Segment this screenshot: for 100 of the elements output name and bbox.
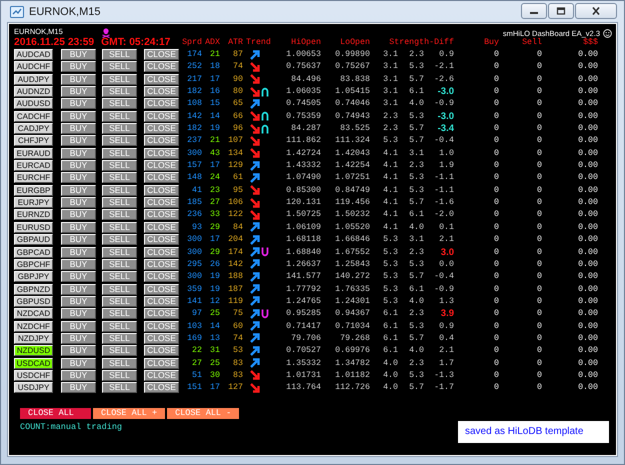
pair-button[interactable]: GBPAUD xyxy=(14,234,53,246)
close-button[interactable]: CLOSE xyxy=(144,110,179,122)
buy-button[interactable]: BUY xyxy=(61,209,96,220)
buy-button[interactable]: BUY xyxy=(61,135,96,146)
close-button[interactable]: CLOSE xyxy=(144,320,179,332)
close-button[interactable]: CLOSE xyxy=(144,332,179,344)
pair-button[interactable]: EURUSD xyxy=(14,222,53,233)
sell-button[interactable]: SELL xyxy=(102,98,137,110)
sell-button[interactable]: SELL xyxy=(102,296,137,307)
pair-button[interactable]: GBPNZD xyxy=(14,284,53,295)
sell-button[interactable]: SELL xyxy=(102,74,137,85)
close-all-button[interactable]: CLOSE ALL - xyxy=(167,408,240,419)
pair-button[interactable]: AUDCAD xyxy=(14,49,53,60)
buy-button[interactable]: BUY xyxy=(61,74,96,85)
sell-button[interactable]: SELL xyxy=(102,370,137,381)
buy-button[interactable]: BUY xyxy=(61,49,96,60)
buy-button[interactable]: BUY xyxy=(61,358,96,369)
buy-button[interactable]: BUY xyxy=(61,370,96,381)
close-button[interactable]: CLOSE xyxy=(144,358,179,369)
pair-button[interactable]: GBPCHF xyxy=(14,258,53,270)
close-button[interactable]: CLOSE xyxy=(144,197,179,208)
close-button[interactable]: CLOSE xyxy=(144,370,179,381)
pair-button[interactable]: EURCAD xyxy=(14,160,53,172)
close-button[interactable]: CLOSE xyxy=(144,135,179,146)
buy-button[interactable]: BUY xyxy=(61,296,96,307)
pair-button[interactable]: NZDCAD xyxy=(14,308,53,320)
buy-button[interactable]: BUY xyxy=(61,148,96,159)
close-button[interactable] xyxy=(575,3,617,19)
buy-button[interactable]: BUY xyxy=(61,172,96,184)
buy-button[interactable]: BUY xyxy=(61,284,96,295)
close-button[interactable]: CLOSE xyxy=(144,296,179,307)
buy-button[interactable]: BUY xyxy=(61,98,96,110)
pair-button[interactable]: EURJPY xyxy=(14,197,53,208)
buy-button[interactable]: BUY xyxy=(61,332,96,344)
sell-button[interactable]: SELL xyxy=(102,86,137,98)
close-button[interactable]: CLOSE xyxy=(144,184,179,196)
pair-button[interactable]: NZDCHF xyxy=(14,320,53,332)
pair-button[interactable]: AUDCHF xyxy=(14,61,53,72)
sell-button[interactable]: SELL xyxy=(102,271,137,282)
close-button[interactable]: CLOSE xyxy=(144,246,179,258)
pair-button[interactable]: USDJPY xyxy=(14,382,53,394)
close-button[interactable]: CLOSE xyxy=(144,271,179,282)
close-button[interactable]: CLOSE xyxy=(144,382,179,394)
pair-button[interactable]: AUDNZD xyxy=(14,86,53,98)
pair-button[interactable]: NZDJPY xyxy=(14,332,53,344)
buy-button[interactable]: BUY xyxy=(61,246,96,258)
sell-button[interactable]: SELL xyxy=(102,222,137,233)
pair-button[interactable]: EURGBP xyxy=(14,184,53,196)
close-button[interactable]: CLOSE xyxy=(144,61,179,72)
buy-button[interactable]: BUY xyxy=(61,184,96,196)
pair-button[interactable]: EURCHF xyxy=(14,172,53,184)
sell-button[interactable]: SELL xyxy=(102,382,137,394)
minimize-button[interactable] xyxy=(521,3,547,19)
sell-button[interactable]: SELL xyxy=(102,61,137,72)
buy-button[interactable]: BUY xyxy=(61,110,96,122)
close-button[interactable]: CLOSE xyxy=(144,49,179,60)
sell-button[interactable]: SELL xyxy=(102,209,137,220)
pair-button[interactable]: EURAUD xyxy=(14,148,53,159)
pair-button[interactable]: USDCAD xyxy=(14,358,53,369)
buy-button[interactable]: BUY xyxy=(61,123,96,134)
close-button[interactable]: CLOSE xyxy=(144,222,179,233)
buy-button[interactable]: BUY xyxy=(61,197,96,208)
buy-button[interactable]: BUY xyxy=(61,271,96,282)
close-button[interactable]: CLOSE xyxy=(144,74,179,85)
sell-button[interactable]: SELL xyxy=(102,284,137,295)
buy-button[interactable]: BUY xyxy=(61,86,96,98)
pair-button[interactable]: CADJPY xyxy=(14,123,53,134)
close-button[interactable]: CLOSE xyxy=(144,345,179,356)
sell-button[interactable]: SELL xyxy=(102,345,137,356)
buy-button[interactable]: BUY xyxy=(61,258,96,270)
sell-button[interactable]: SELL xyxy=(102,234,137,246)
sell-button[interactable]: SELL xyxy=(102,172,137,184)
pair-button[interactable]: AUDJPY xyxy=(14,74,53,85)
pair-button[interactable]: CADCHF xyxy=(14,110,53,122)
close-button[interactable]: CLOSE xyxy=(144,258,179,270)
close-all-button[interactable]: CLOSE ALL + xyxy=(93,408,166,419)
close-all-button[interactable]: CLOSE ALL xyxy=(20,408,91,419)
pair-button[interactable]: EURNZD xyxy=(14,209,53,220)
pair-button[interactable]: GBPUSD xyxy=(14,296,53,307)
pair-button[interactable]: GBPJPY xyxy=(14,271,53,282)
sell-button[interactable]: SELL xyxy=(102,110,137,122)
sell-button[interactable]: SELL xyxy=(102,246,137,258)
sell-button[interactable]: SELL xyxy=(102,358,137,369)
sell-button[interactable]: SELL xyxy=(102,123,137,134)
close-button[interactable]: CLOSE xyxy=(144,284,179,295)
sell-button[interactable]: SELL xyxy=(102,160,137,172)
buy-button[interactable]: BUY xyxy=(61,308,96,320)
pair-button[interactable]: GBPCAD xyxy=(14,246,53,258)
close-button[interactable]: CLOSE xyxy=(144,123,179,134)
sell-button[interactable]: SELL xyxy=(102,332,137,344)
sell-button[interactable]: SELL xyxy=(102,135,137,146)
sell-button[interactable]: SELL xyxy=(102,258,137,270)
buy-button[interactable]: BUY xyxy=(61,382,96,394)
close-button[interactable]: CLOSE xyxy=(144,86,179,98)
buy-button[interactable]: BUY xyxy=(61,160,96,172)
close-button[interactable]: CLOSE xyxy=(144,98,179,110)
buy-button[interactable]: BUY xyxy=(61,320,96,332)
buy-button[interactable]: BUY xyxy=(61,61,96,72)
sell-button[interactable]: SELL xyxy=(102,148,137,159)
buy-button[interactable]: BUY xyxy=(61,345,96,356)
